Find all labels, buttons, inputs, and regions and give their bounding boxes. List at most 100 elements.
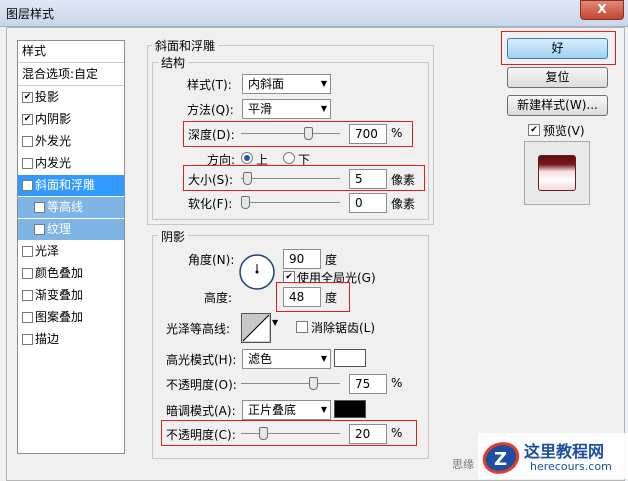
depth-value: 700 — [355, 127, 378, 141]
shadow-opacity-unit: % — [391, 426, 403, 440]
chevron-down-icon: ▼ — [320, 104, 327, 113]
style-item-checkbox[interactable] — [22, 246, 33, 257]
soften-slider-thumb[interactable] — [241, 196, 250, 209]
logo-letter: Z — [494, 449, 507, 470]
style-item-checkbox[interactable]: ✔ — [22, 92, 33, 103]
soften-value: 0 — [355, 196, 363, 210]
highlight-opacity-value: 75 — [355, 377, 371, 391]
antialias-checkbox[interactable] — [296, 321, 308, 333]
blend-options-item[interactable]: 混合选项:自定 — [18, 64, 124, 86]
angle-dial[interactable] — [238, 253, 276, 291]
highlight-mode-select[interactable]: 滤色 ▼ — [242, 349, 331, 369]
highlight-mode-value: 滤色 — [248, 352, 273, 366]
gloss-contour-label: 光泽等高线: — [166, 322, 231, 336]
style-item[interactable]: 外发光 — [18, 131, 124, 152]
blend-options-label: 混合选项:自定 — [22, 67, 99, 81]
style-item-label: 内发光 — [35, 156, 72, 170]
shadow-color-swatch[interactable] — [334, 400, 366, 418]
style-item-checkbox[interactable] — [22, 334, 33, 345]
highlight-opacity-slider[interactable] — [241, 377, 340, 390]
soften-input[interactable]: 0 — [349, 193, 387, 213]
shadow-opacity-input[interactable]: 20 — [349, 424, 387, 444]
style-item[interactable]: 光泽 — [18, 241, 124, 262]
size-slider-thumb[interactable] — [243, 172, 252, 185]
style-item-checkbox[interactable] — [34, 202, 45, 213]
antialias-label: 消除锯齿(L) — [311, 321, 376, 335]
size-label: 大小(S): — [188, 173, 234, 187]
style-item-checkbox[interactable]: ✔ — [22, 114, 33, 125]
highlight-opacity-unit: % — [391, 376, 403, 390]
title-bar — [0, 0, 628, 27]
style-item[interactable]: 颜色叠加 — [18, 263, 124, 284]
ok-button[interactable]: 好 — [507, 38, 608, 59]
style-item[interactable]: ✔ 内阴影 — [18, 109, 124, 130]
preview-swatch — [538, 155, 576, 191]
style-item[interactable]: 内发光 — [18, 153, 124, 174]
style-item-label: 内阴影 — [35, 112, 72, 126]
preview-checkbox[interactable]: ✔ — [528, 124, 540, 136]
chevron-down-icon[interactable]: ▼ — [272, 318, 278, 327]
gloss-contour-picker[interactable] — [241, 313, 271, 343]
preview-label: 预览(V) — [543, 124, 585, 138]
shadow-mode-label: 暗调模式(A): — [166, 404, 236, 418]
style-item-label: 斜面和浮雕 — [35, 178, 96, 192]
soften-label: 软化(F): — [188, 197, 233, 211]
style-item-checkbox[interactable] — [34, 224, 45, 235]
style-item[interactable]: 图案叠加 — [18, 307, 124, 328]
direction-down-radio[interactable] — [283, 152, 295, 164]
style-item-checkbox[interactable] — [22, 290, 33, 301]
angle-value: 90 — [289, 252, 305, 266]
close-button[interactable]: X — [580, 0, 624, 20]
depth-slider-thumb[interactable] — [304, 127, 313, 140]
style-item[interactable]: 渐变叠加 — [18, 285, 124, 306]
window-title: 图层样式 — [6, 7, 55, 21]
style-item-label: 光泽 — [35, 244, 60, 258]
highlight-opacity-thumb[interactable] — [309, 377, 318, 390]
style-item-label: 渐变叠加 — [35, 288, 84, 302]
bevel-style-select[interactable]: 内斜面 ▼ — [242, 74, 331, 94]
shadow-opacity-thumb[interactable] — [259, 427, 268, 440]
size-value: 5 — [355, 172, 363, 186]
style-item-checkbox[interactable] — [22, 312, 33, 323]
style-item-checkbox[interactable] — [22, 136, 33, 147]
styles-list-header[interactable]: 样式 — [18, 41, 124, 63]
style-item-checkbox[interactable] — [22, 158, 33, 169]
new-style-button[interactable]: 新建样式(W)... — [507, 95, 608, 116]
chevron-down-icon: ▼ — [320, 354, 327, 363]
bevel-style-value: 内斜面 — [248, 77, 285, 91]
depth-slider[interactable] — [241, 127, 340, 140]
size-input[interactable]: 5 — [349, 169, 387, 189]
highlight-color-swatch[interactable] — [334, 349, 366, 367]
method-select[interactable]: 平滑 ▼ — [242, 99, 331, 119]
style-label: 样式(T): — [187, 78, 232, 92]
chevron-down-icon: ▼ — [320, 405, 327, 414]
style-item[interactable]: 描边 — [18, 329, 124, 350]
angle-input[interactable]: 90 — [283, 249, 321, 269]
depth-unit: % — [391, 126, 403, 140]
style-item-checkbox[interactable]: ✔ — [22, 180, 33, 191]
depth-input[interactable]: 700 — [349, 124, 387, 144]
style-item-checkbox[interactable] — [22, 268, 33, 279]
soften-slider[interactable] — [241, 196, 340, 209]
altitude-input[interactable]: 48 — [283, 287, 321, 307]
size-slider[interactable] — [241, 172, 340, 185]
shadow-opacity-slider[interactable] — [241, 427, 340, 440]
angle-label: 角度(N): — [188, 253, 235, 267]
style-item[interactable]: ✔ 投影 — [18, 87, 124, 108]
style-item-label: 图案叠加 — [35, 310, 84, 324]
style-item[interactable]: ✔ 斜面和浮雕 — [18, 175, 124, 196]
styles-header-label: 样式 — [22, 44, 47, 58]
style-item[interactable]: 纹理 — [18, 219, 124, 240]
style-item-label: 等高线 — [47, 200, 84, 214]
site-url: herecours.com — [530, 460, 612, 473]
structure-group-title: 结构 — [158, 54, 189, 71]
reset-button[interactable]: 复位 — [507, 67, 608, 88]
shadow-mode-value: 正片叠底 — [248, 403, 297, 417]
angle-unit: 度 — [325, 253, 338, 267]
direction-up-radio[interactable] — [241, 152, 253, 164]
style-item[interactable]: 等高线 — [18, 197, 124, 218]
style-item-label: 外发光 — [35, 134, 72, 148]
shadow-mode-select[interactable]: 正片叠底 ▼ — [242, 400, 331, 420]
highlight-opacity-input[interactable]: 75 — [349, 374, 387, 394]
shadow-opacity-label: 不透明度(C): — [166, 428, 236, 442]
